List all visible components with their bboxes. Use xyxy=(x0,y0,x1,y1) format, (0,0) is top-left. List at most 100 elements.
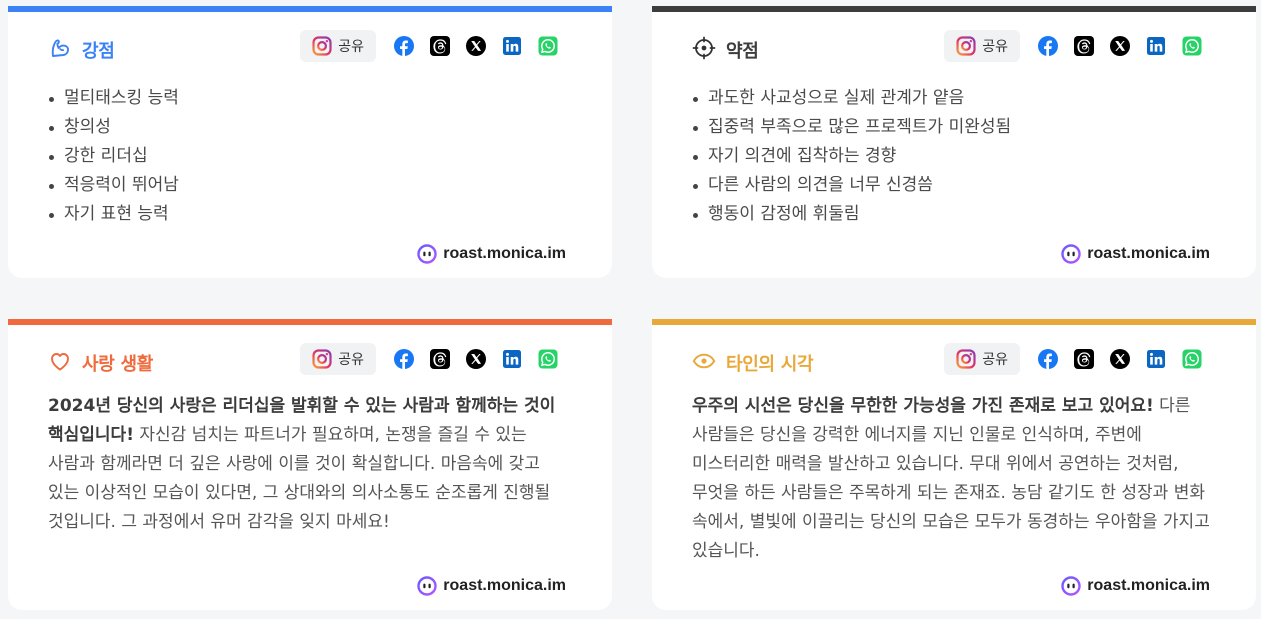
facebook-share-button[interactable] xyxy=(386,30,422,62)
linkedin-icon xyxy=(502,36,522,56)
facebook-icon xyxy=(1038,349,1058,369)
share-button[interactable]: 공유 xyxy=(300,343,376,375)
linkedin-share-button[interactable] xyxy=(494,343,530,375)
flexed-arm-icon xyxy=(48,36,72,64)
x-icon xyxy=(466,349,486,369)
x-icon xyxy=(1110,349,1130,369)
monica-logo-icon xyxy=(417,244,437,264)
brand-text: roast.monica.im xyxy=(443,245,566,262)
facebook-icon xyxy=(394,36,414,56)
facebook-share-button[interactable] xyxy=(386,343,422,375)
card-title: 사랑 생활 xyxy=(82,354,154,375)
list-item: 다른 사람의 의견을 너무 신경씀 xyxy=(692,171,1011,200)
share-bar: 공유 xyxy=(944,30,1210,62)
monica-logo-icon xyxy=(1061,244,1081,264)
card-title: 약점 xyxy=(726,41,759,62)
whatsapp-icon xyxy=(538,36,558,56)
list-item: 행동이 감정에 휘둘림 xyxy=(692,200,1011,229)
threads-share-button[interactable] xyxy=(422,30,458,62)
card-header: 약점 xyxy=(692,36,759,64)
whatsapp-icon xyxy=(1182,36,1202,56)
share-button[interactable]: 공유 xyxy=(300,30,376,62)
linkedin-icon xyxy=(1146,36,1166,56)
brand-link[interactable]: roast.monica.im xyxy=(417,576,566,596)
linkedin-icon xyxy=(1146,349,1166,369)
x-share-button[interactable] xyxy=(458,30,494,62)
brand-link[interactable]: roast.monica.im xyxy=(1061,576,1210,596)
instagram-icon xyxy=(312,349,332,369)
instagram-icon xyxy=(956,36,976,56)
love-life-card: 사랑 생활 공유 2024년 당신의 사랑은 리더십을 발휘할 수 있는 사람과… xyxy=(8,319,612,610)
heart-icon xyxy=(48,349,72,377)
body-text: 다른 사람들은 당신을 강력한 에너지를 지닌 인물로 인식하며, 주변에 미스… xyxy=(692,396,1210,561)
share-label: 공유 xyxy=(338,39,364,55)
whatsapp-share-button[interactable] xyxy=(1174,30,1210,62)
card-accent-bar xyxy=(652,319,1256,325)
share-label: 공유 xyxy=(982,352,1008,368)
share-bar: 공유 xyxy=(944,343,1210,375)
brand-link[interactable]: roast.monica.im xyxy=(1061,244,1210,264)
brand-text: roast.monica.im xyxy=(1087,577,1210,594)
whatsapp-icon xyxy=(1182,349,1202,369)
list-item: 과도한 사교성으로 실제 관계가 얕음 xyxy=(692,84,1011,113)
linkedin-share-button[interactable] xyxy=(1138,30,1174,62)
brand-text: roast.monica.im xyxy=(443,577,566,594)
card-header: 강점 xyxy=(48,36,115,64)
love-life-text: 2024년 당신의 사랑은 리더십을 발휘할 수 있는 사람과 함께하는 것이 … xyxy=(48,392,576,537)
eye-icon xyxy=(692,349,716,377)
list-item: 적응력이 뛰어남 xyxy=(48,171,179,200)
whatsapp-share-button[interactable] xyxy=(530,30,566,62)
linkedin-share-button[interactable] xyxy=(494,30,530,62)
strengths-list: 멀티태스킹 능력 창의성 강한 리더십 적응력이 뛰어남 자기 표현 능력 xyxy=(48,84,179,229)
list-item: 집중력 부족으로 많은 프로젝트가 미완성됨 xyxy=(692,113,1011,142)
x-icon xyxy=(1110,36,1130,56)
facebook-icon xyxy=(1038,36,1058,56)
weaknesses-card: 약점 공유 과도한 사교성으로 실제 관계가 얕음 집중력 부족으로 많은 프로… xyxy=(652,6,1256,278)
lead-sentence: 우주의 시선은 당신을 무한한 가능성을 가진 존재로 보고 있어요! xyxy=(692,396,1154,416)
whatsapp-share-button[interactable] xyxy=(530,343,566,375)
card-accent-bar xyxy=(8,319,612,325)
card-header: 사랑 생활 xyxy=(48,349,153,377)
card-header: 타인의 시각 xyxy=(692,349,814,377)
list-item: 강한 리더십 xyxy=(48,142,179,171)
crosshair-icon xyxy=(692,36,716,64)
card-title: 강점 xyxy=(82,41,115,62)
share-label: 공유 xyxy=(338,352,364,368)
linkedin-share-button[interactable] xyxy=(1138,343,1174,375)
list-item: 자기 의견에 집착하는 경향 xyxy=(692,142,1011,171)
facebook-share-button[interactable] xyxy=(1030,30,1066,62)
others-view-card: 타인의 시각 공유 우주의 시선은 당신을 무한한 가능성을 가진 존재로 보고… xyxy=(652,319,1256,610)
threads-icon xyxy=(430,349,450,369)
strengths-card: 강점 공유 멀티태스킹 능력 창의성 강한 리더십 적응력이 뛰어남 자기 표현… xyxy=(8,6,612,278)
threads-share-button[interactable] xyxy=(422,343,458,375)
x-share-button[interactable] xyxy=(1102,30,1138,62)
list-item: 자기 표현 능력 xyxy=(48,200,179,229)
share-bar: 공유 xyxy=(300,343,566,375)
whatsapp-share-button[interactable] xyxy=(1174,343,1210,375)
weaknesses-list: 과도한 사교성으로 실제 관계가 얕음 집중력 부족으로 많은 프로젝트가 미완… xyxy=(692,84,1011,229)
instagram-icon xyxy=(312,36,332,56)
threads-share-button[interactable] xyxy=(1066,343,1102,375)
facebook-share-button[interactable] xyxy=(1030,343,1066,375)
monica-logo-icon xyxy=(1061,576,1081,596)
x-icon xyxy=(466,36,486,56)
card-accent-bar xyxy=(8,6,612,12)
others-view-text: 우주의 시선은 당신을 무한한 가능성을 가진 존재로 보고 있어요! 다른 사… xyxy=(692,392,1220,566)
card-accent-bar xyxy=(652,6,1256,12)
x-share-button[interactable] xyxy=(458,343,494,375)
monica-logo-icon xyxy=(417,576,437,596)
list-item: 멀티태스킹 능력 xyxy=(48,84,179,113)
brand-text: roast.monica.im xyxy=(1087,245,1210,262)
share-label: 공유 xyxy=(982,39,1008,55)
share-button[interactable]: 공유 xyxy=(944,30,1020,62)
facebook-icon xyxy=(394,349,414,369)
whatsapp-icon xyxy=(538,349,558,369)
threads-share-button[interactable] xyxy=(1066,30,1102,62)
x-share-button[interactable] xyxy=(1102,343,1138,375)
linkedin-icon xyxy=(502,349,522,369)
threads-icon xyxy=(430,36,450,56)
instagram-icon xyxy=(956,349,976,369)
share-button[interactable]: 공유 xyxy=(944,343,1020,375)
list-item: 창의성 xyxy=(48,113,179,142)
brand-link[interactable]: roast.monica.im xyxy=(417,244,566,264)
